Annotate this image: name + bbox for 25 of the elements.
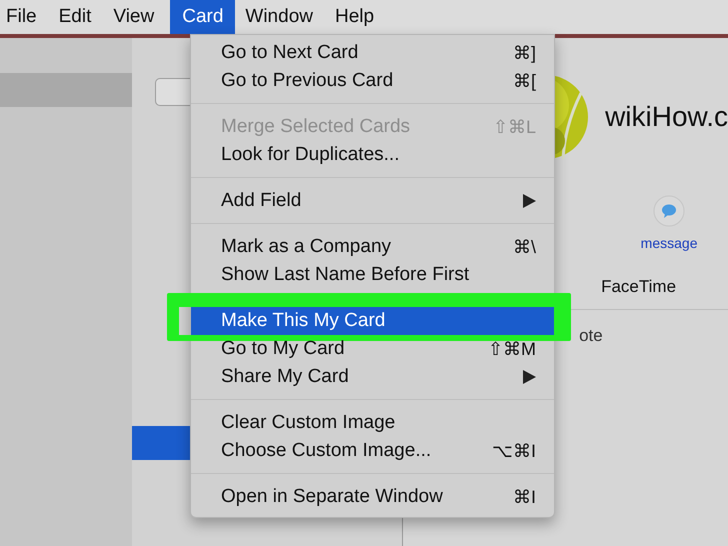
menu-item[interactable]: Mark as a Company ⌘\ [191, 233, 554, 261]
field-label: ote [579, 326, 603, 346]
menu-item[interactable]: Go to Next Card ⌘] [191, 39, 554, 67]
submenu-arrow-icon [523, 370, 536, 384]
menu-item[interactable]: Open in Separate Window ⌘I [191, 483, 554, 511]
menu-bar-item[interactable]: Edit [52, 0, 104, 34]
menu-bar-item[interactable]: View [107, 0, 166, 34]
menu-item[interactable]: Make This My Card [191, 307, 554, 335]
menu-item[interactable]: Add Field [191, 187, 554, 215]
menu-item[interactable]: Look for Duplicates... [191, 141, 554, 169]
menu-bar-item[interactable]: Card [170, 0, 236, 34]
menu-bar-item[interactable]: Window [239, 0, 325, 34]
message-icon[interactable] [653, 195, 686, 227]
menu-item[interactable]: Show Last Name Before First [191, 261, 554, 289]
menu-item[interactable]: Choose Custom Image... ⌥⌘I [191, 437, 554, 465]
action-label[interactable]: message [640, 235, 698, 251]
menu-item[interactable]: Clear Custom Image [191, 409, 554, 437]
menu-bar-item[interactable]: File [0, 0, 49, 34]
submenu-arrow-icon [523, 194, 536, 208]
menu-item[interactable]: Share My Card [191, 363, 554, 391]
menu-bar-item[interactable]: Help [328, 0, 386, 34]
contact-name: wikiHow.c [605, 101, 728, 133]
menu-item[interactable]: Go to My Card ⇧⌘M [191, 335, 554, 363]
facetime-label: FaceTime [601, 277, 678, 297]
menu-item[interactable]: Go to Previous Card ⌘[ [191, 67, 554, 95]
